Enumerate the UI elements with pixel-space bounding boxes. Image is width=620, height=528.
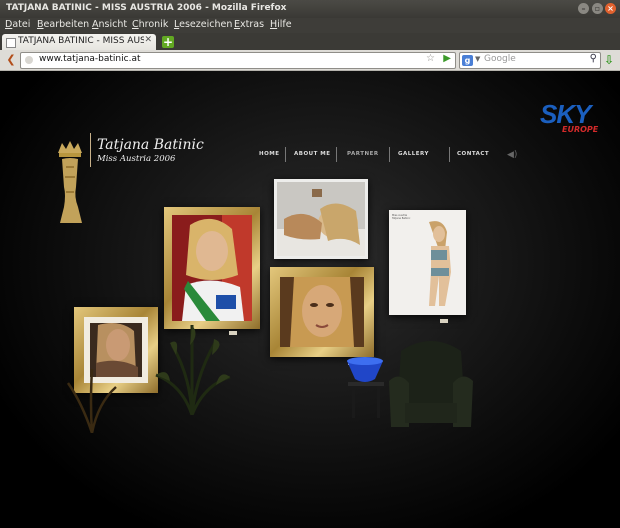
blue-bowl-decoration (347, 357, 383, 382)
menu-bearbeiten[interactable]: Bearbeiten (37, 19, 89, 30)
menu-chronik[interactable]: Chronik (132, 19, 168, 30)
photo-smiling-image (172, 215, 252, 321)
page-icon (6, 38, 16, 48)
tab-active[interactable]: TATJANA BATINIC - MISS AUST... ✕ (2, 34, 156, 50)
search-box[interactable]: g ▼ Google ⚲ (459, 52, 601, 69)
gallery-poster[interactable]: Miss Austria Tatjana Batinic (389, 210, 466, 315)
search-icon[interactable]: ⚲ (590, 53, 597, 64)
poster-figure-image (429, 221, 451, 306)
google-icon[interactable]: g (462, 55, 473, 66)
nav-divider (285, 147, 286, 162)
menu-extras[interactable]: Extras (234, 19, 264, 30)
photo-window (172, 215, 252, 321)
back-icon[interactable]: ❮ (4, 54, 18, 66)
gallery-frame-medium[interactable] (270, 267, 374, 357)
gallery-frame-large[interactable] (164, 207, 260, 329)
url-bar[interactable]: www.tatjana-batinic.at ☆ ▶ (20, 52, 456, 69)
nav-about-me[interactable]: ABOUT ME (294, 151, 331, 157)
tab-strip: TATJANA BATINIC - MISS AUST... ✕ + (0, 33, 620, 50)
nav-divider (389, 147, 390, 162)
menu-bar: Datei Bearbeiten Ansicht Chronik Lesezei… (0, 18, 620, 33)
nav-divider (336, 147, 337, 162)
search-input[interactable]: Google (484, 54, 516, 64)
nav-gallery[interactable]: GALLERY (398, 151, 429, 157)
new-tab-button[interactable]: + (162, 36, 174, 48)
minimize-icon[interactable]: – (578, 3, 589, 14)
side-table-decoration (348, 382, 384, 418)
window-title: TATJANA BATINIC - MISS AUSTRIA 2006 - Mo… (6, 3, 287, 13)
speaker-icon[interactable]: ◀) (507, 150, 517, 160)
close-icon[interactable]: × (605, 3, 616, 14)
bookmark-star-icon[interactable]: ☆ (426, 53, 435, 64)
window-titlebar: TATJANA BATINIC - MISS AUSTRIA 2006 - Mo… (0, 0, 620, 18)
armchair-decoration (389, 341, 473, 427)
menu-ansicht[interactable]: Ansicht (92, 19, 127, 30)
menu-lesezeichen[interactable]: Lesezeichen (174, 19, 232, 30)
crown-crest-icon (58, 141, 82, 223)
close-tab-icon[interactable]: ✕ (144, 35, 152, 45)
url-text[interactable]: www.tatjana-batinic.at (39, 54, 141, 64)
tab-label: TATJANA BATINIC - MISS AUST... (18, 36, 144, 46)
menu-datei[interactable]: Datei (5, 19, 30, 30)
europe-logo-text: EUROPE (562, 125, 599, 134)
photo-reclining-image (277, 182, 365, 256)
frame-label-tag (440, 319, 448, 323)
photo-portrait-image (280, 277, 364, 347)
nav-partner[interactable]: PARTNER (347, 151, 379, 157)
nav-contact[interactable]: CONTACT (457, 151, 489, 157)
page-content: SKY EUROPE Tatjana Batinic Miss Austria … (0, 71, 620, 528)
plant-decoration (155, 325, 231, 415)
site-identity-icon[interactable] (25, 56, 33, 64)
site-subtitle: Miss Austria 2006 (97, 154, 176, 164)
chevron-down-icon[interactable]: ▼ (475, 55, 480, 63)
nav-divider (449, 147, 450, 162)
go-arrow-icon[interactable]: ▶ (443, 53, 451, 64)
plant-decoration (66, 368, 117, 433)
sky-europe-logo[interactable]: SKY EUROPE (540, 99, 610, 135)
site-name[interactable]: Tatjana Batinic (97, 137, 204, 153)
menu-hilfe[interactable]: Hilfe (270, 19, 292, 30)
navigation-bar: ❮ www.tatjana-batinic.at ☆ ▶ g ▼ Google … (0, 50, 620, 71)
gallery-photo-top[interactable] (274, 179, 368, 259)
download-arrow-icon[interactable]: ⇩ (604, 53, 614, 67)
maximize-icon[interactable]: ▫ (592, 3, 603, 14)
photo-window (280, 277, 364, 347)
logo-divider (90, 133, 91, 167)
nav-home[interactable]: HOME (259, 151, 280, 157)
